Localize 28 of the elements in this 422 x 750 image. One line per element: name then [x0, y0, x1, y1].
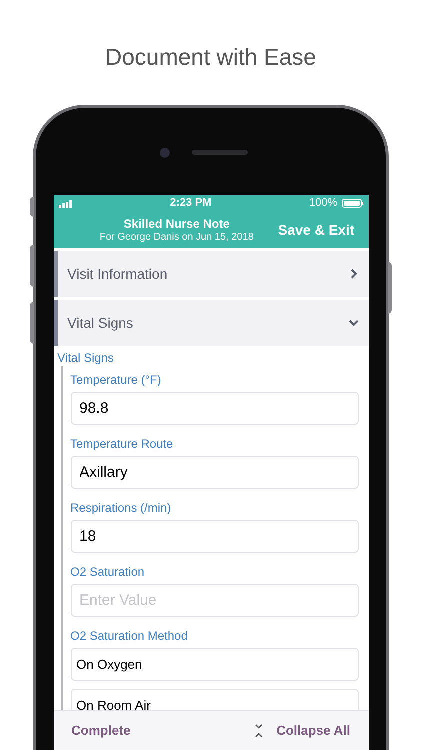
input-field[interactable]: 98.8	[70, 392, 358, 425]
collapse-all-button[interactable]: Collapse All	[254, 720, 350, 740]
camera-icon	[160, 148, 170, 158]
input-field[interactable]: Enter Value	[70, 584, 358, 617]
speaker-grille	[192, 150, 248, 155]
field-label: O2 Saturation Method	[70, 628, 189, 644]
field-label: Temperature (°F)	[70, 372, 162, 388]
field-label: Temperature Route	[70, 436, 174, 452]
group-label: Vital Signs	[56, 350, 115, 366]
option-row[interactable]: On Oxygen	[70, 648, 358, 681]
chevron-down-icon	[348, 318, 358, 328]
section-header[interactable]: Visit Information	[54, 251, 368, 297]
field-label: O2 Saturation	[70, 564, 146, 580]
signal-icon	[58, 200, 72, 208]
note-subtitle: For George Danis on Jun 15, 2018	[100, 232, 254, 244]
chevron-right-icon	[348, 269, 358, 279]
input-field[interactable]: Axillary	[70, 456, 358, 489]
section-header[interactable]: Vital Signs	[54, 300, 368, 346]
option-row[interactable]: On Room Air	[70, 689, 358, 710]
field-label: Respirations (/min)	[70, 500, 172, 516]
collapse-icon	[254, 724, 263, 738]
status-time: 2:23 PM	[170, 196, 212, 212]
battery-percent: 100%	[309, 196, 338, 212]
headline: Document with Ease	[104, 43, 318, 72]
input-field[interactable]: 18	[70, 520, 358, 553]
complete-button[interactable]: Complete	[72, 720, 131, 740]
battery-icon	[342, 199, 364, 208]
note-title: Skilled Nurse Note	[124, 216, 230, 232]
